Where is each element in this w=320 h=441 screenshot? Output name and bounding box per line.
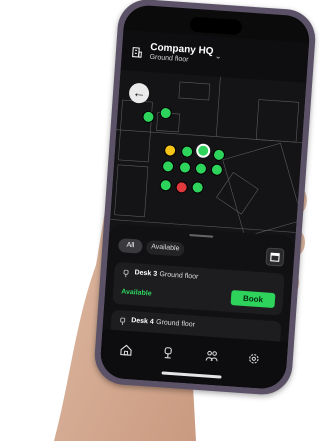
thumb-overlay: [0, 0, 316, 441]
